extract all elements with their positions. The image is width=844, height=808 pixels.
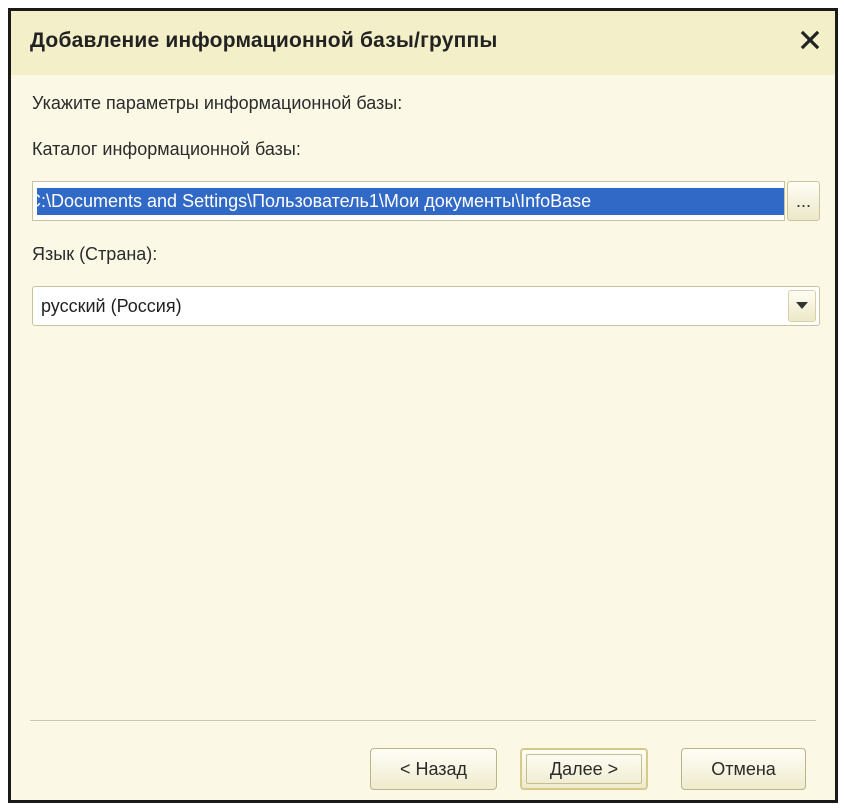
back-button[interactable]: < Назад: [370, 748, 497, 790]
catalog-label: Каталог информационной базы:: [32, 139, 301, 159]
footer-divider: [30, 720, 816, 722]
browse-button[interactable]: ...: [787, 181, 820, 221]
dialog-title: Добавление информационной базы/группы: [30, 29, 498, 52]
intro-label: Укажите параметры информационной базы:: [32, 93, 403, 113]
next-button[interactable]: Далее >: [520, 748, 648, 790]
language-selected-value: русский (Россия): [41, 296, 182, 316]
add-infobase-dialog: Добавление информационной базы/группы Ук…: [8, 8, 838, 803]
catalog-path-value: C:\Documents and Settings\Пользователь1\…: [37, 188, 784, 215]
close-button[interactable]: [793, 23, 827, 57]
title-bar[interactable]: Добавление информационной базы/группы: [11, 11, 835, 75]
cancel-button[interactable]: Отмена: [681, 748, 806, 790]
next-button-focus-frame: [526, 754, 642, 784]
close-icon: [800, 30, 820, 50]
catalog-path-input[interactable]: C:\Documents and Settings\Пользователь1\…: [32, 181, 785, 221]
chevron-down-icon: [796, 302, 808, 309]
language-dropdown-button[interactable]: [788, 290, 816, 322]
dialog-content: Укажите параметры информационной базы: К…: [11, 75, 835, 800]
language-label: Язык (Страна):: [32, 244, 158, 264]
language-select[interactable]: русский (Россия): [32, 286, 820, 326]
